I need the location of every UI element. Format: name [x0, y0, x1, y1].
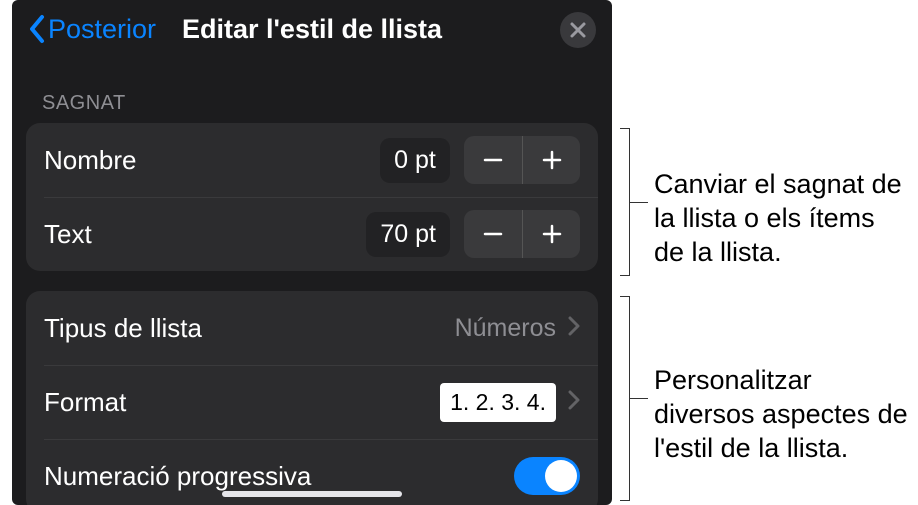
edit-list-style-panel: Posterior Editar l'estil de llista SAGNA…: [12, 0, 612, 505]
label-format: Format: [44, 387, 440, 418]
value-nombre[interactable]: 0 pt: [380, 138, 450, 183]
callout-bracket-2: [620, 296, 630, 501]
toggle-knob: [545, 460, 577, 492]
text-decrement-button[interactable]: [464, 210, 522, 258]
nombre-decrement-button[interactable]: [464, 136, 522, 184]
back-button[interactable]: Posterior: [28, 14, 156, 45]
stepper-text: [464, 210, 580, 258]
toggle-numprog[interactable]: [514, 457, 580, 495]
close-icon: [569, 21, 587, 39]
back-label: Posterior: [48, 14, 156, 45]
section-label-sagnat: SAGNAT: [12, 58, 612, 123]
row-nombre: Nombre 0 pt: [26, 123, 598, 197]
value-format: 1. 2. 3. 4.: [440, 383, 556, 422]
group-style: Tipus de llista Números Format 1. 2. 3. …: [26, 291, 598, 505]
value-tipus: Números: [455, 314, 556, 343]
chevron-right-icon: [568, 315, 580, 342]
value-text[interactable]: 70 pt: [366, 212, 450, 257]
row-tipus[interactable]: Tipus de llista Números: [26, 291, 598, 365]
nombre-increment-button[interactable]: [522, 136, 580, 184]
panel-header: Posterior Editar l'estil de llista: [12, 0, 612, 58]
text-increment-button[interactable]: [522, 210, 580, 258]
callout-1: Canviar el sagnat de la llista o els íte…: [654, 168, 908, 269]
callout-line-2: [630, 398, 648, 399]
chevron-right-icon: [568, 389, 580, 416]
callout-line-1: [630, 202, 648, 203]
callout-2: Personalitzar diversos aspectes de l'est…: [654, 364, 918, 465]
close-button[interactable]: [560, 12, 596, 48]
label-tipus: Tipus de llista: [44, 313, 455, 344]
row-text: Text 70 pt: [26, 197, 598, 271]
group-sagnat: Nombre 0 pt Text 70 pt: [26, 123, 598, 271]
stepper-nombre: [464, 136, 580, 184]
minus-icon: [482, 149, 504, 171]
chevron-left-icon: [28, 14, 46, 44]
plus-icon: [541, 223, 563, 245]
minus-icon: [482, 223, 504, 245]
row-format[interactable]: Format 1. 2. 3. 4.: [26, 365, 598, 439]
label-numprog: Numeració progressiva: [44, 461, 514, 492]
callout-bracket-1: [620, 128, 630, 276]
label-text: Text: [44, 219, 366, 250]
home-indicator: [222, 491, 402, 497]
plus-icon: [541, 149, 563, 171]
label-nombre: Nombre: [44, 145, 380, 176]
